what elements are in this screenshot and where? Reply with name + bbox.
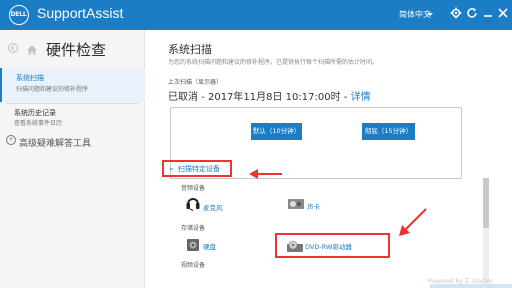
last-scan-status-text: 已取消 - 2017年11月8日 10:17:00时 [168,92,341,103]
scan-specific-devices-toggle[interactable]: ⌄ 扫描特定设备 [162,160,232,177]
logo-text: DELL [10,11,27,18]
back-icon[interactable] [8,42,18,54]
last-scan-label: 上次扫描（显示器） [168,79,223,86]
details-link[interactable]: 详情 [351,92,371,103]
title-bar: DELL SupportAssist 简体中文 [0,0,512,30]
category-audio: 音频设备 [181,185,206,192]
chevron-down-icon: ⌄ [168,163,175,172]
default-scan-button[interactable]: 默认（10分钟） [251,123,302,140]
last-scan-status: 已取消 - 2017年11月8日 10:17:00时 - 详情 [168,88,371,103]
device-label: 硬盘 [203,243,216,251]
scan-specific-devices-label: 扫描特定设备 [178,165,220,173]
close-icon[interactable] [496,7,510,21]
refresh-icon[interactable] [465,7,479,21]
hard-disk-icon [186,237,200,256]
sidebar-item-subtitle: 查看系统事件日历 [14,120,63,127]
nav-header: 硬件检查 [0,30,145,66]
plus-circle-icon[interactable]: + [6,135,16,145]
sidebar-item-label: 系统扫描 [16,74,44,82]
chevron-down-icon[interactable] [427,13,433,16]
device-label: 麦克风 [203,204,223,212]
advanced-troubleshooting-tools[interactable]: 高级疑难解答工具 [19,136,91,149]
category-video: 视频设备 [181,262,206,269]
annotation-arrow-icon [399,208,427,236]
annotation-arrow-icon [249,169,282,179]
page-title: 硬件检查 [46,41,107,59]
dell-logo: DELL [9,5,29,25]
settings-icon[interactable] [449,7,463,21]
minimize-icon[interactable] [481,7,495,21]
device-label: 声卡 [307,203,320,211]
sound-card-icon [287,196,305,215]
sidebar-item-system-history[interactable]: 系统历史记录 查看系统事件日历 [0,104,145,134]
watermark: Powered by 汇 Doctor [428,278,493,285]
scrollbar-thumb[interactable] [483,178,489,228]
dvd-drive-icon [286,239,304,258]
scrollbar[interactable] [483,178,489,288]
category-storage: 存储设备 [181,225,206,232]
home-icon[interactable] [26,41,38,55]
section-description: 为您的系统扫描问题和建议的修补程序。已提供执行每个扫描所需的估计时间。 [168,59,379,66]
sidebar-item-system-scan[interactable]: 系统扫描 扫描问题和建议的修补程序 [0,68,145,102]
separator: - [343,92,351,103]
sidebar-item-subtitle: 扫描问题和建议的修补程序 [16,86,89,93]
device-label: DVD-RW驱动器 [305,243,352,251]
main-panel: 系统扫描 为您的系统扫描问题和建议的修补程序。已提供执行每个扫描所需的估计时间。… [146,30,512,288]
sidebar-item-label: 系统历史记录 [14,109,56,117]
device-dvd-drive[interactable]: DVD-RW驱动器 [275,233,390,258]
thorough-scan-button[interactable]: 彻底（15分钟） [362,123,415,140]
app-title: SupportAssist [37,5,124,21]
section-title: 系统扫描 [168,43,212,56]
microphone-icon [186,195,200,215]
sidebar: 硬件检查 系统扫描 扫描问题和建议的修补程序 系统历史记录 查看系统事件日历 +… [0,30,145,288]
